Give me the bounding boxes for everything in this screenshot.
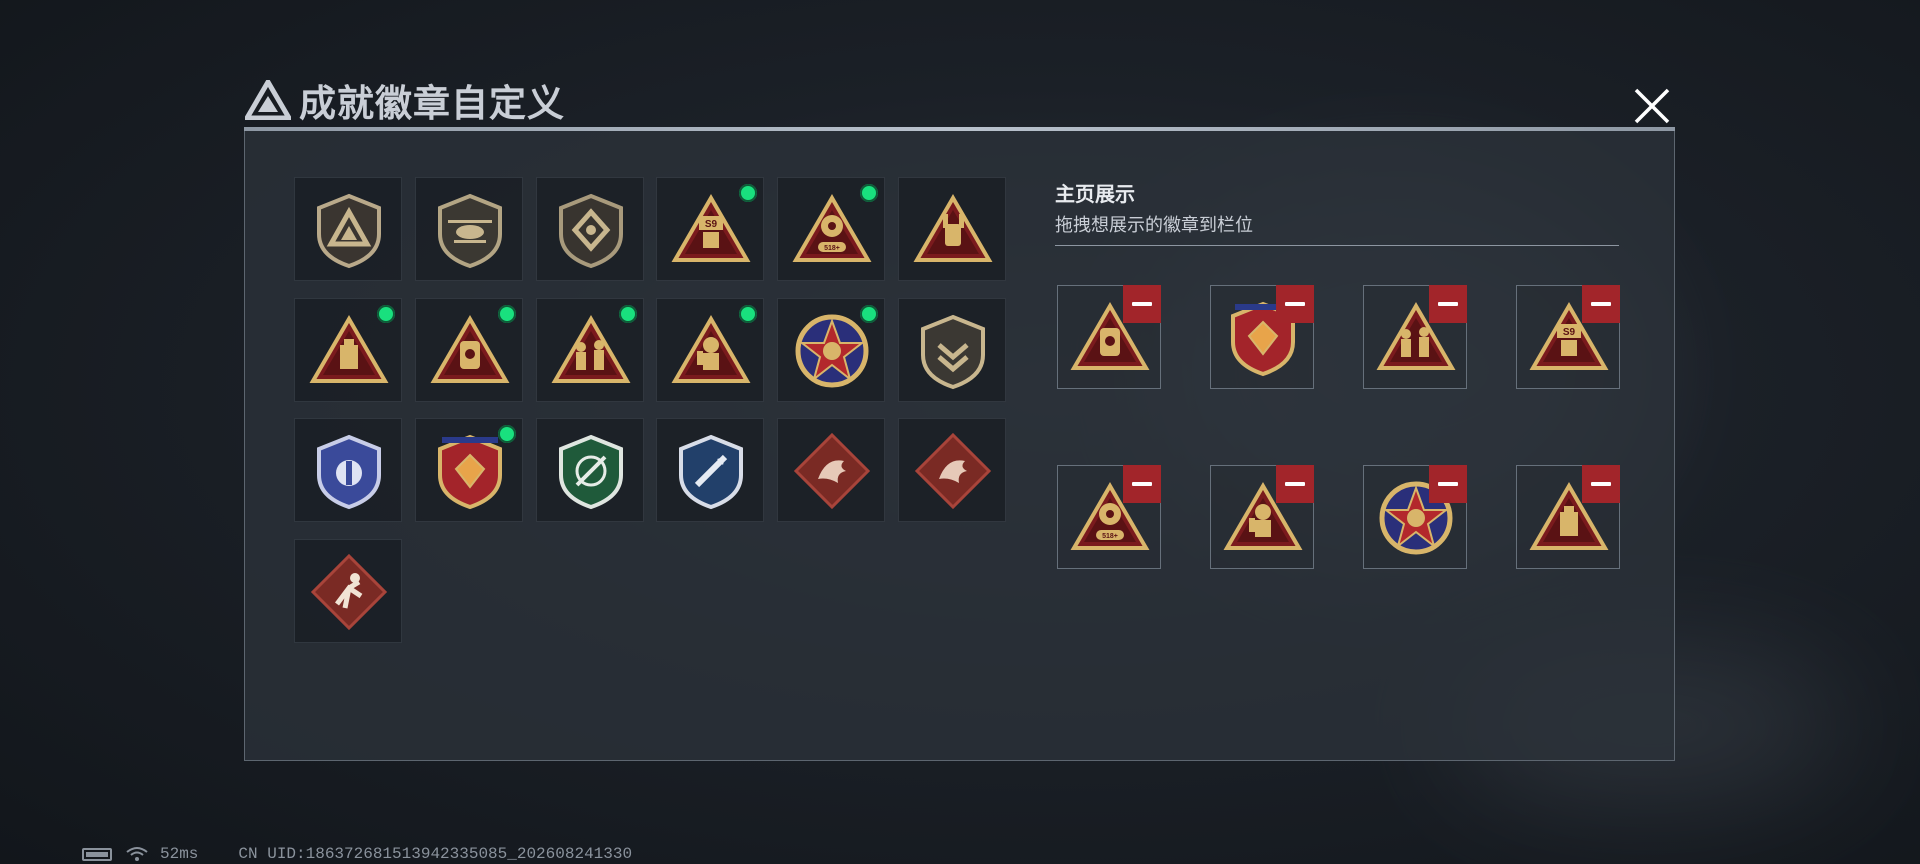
dialog-header: 成就徽章自定义 [245, 75, 565, 125]
red-gem-shield-badge-icon [438, 434, 502, 510]
badge-item[interactable] [536, 418, 644, 522]
showcase-slot[interactable] [1210, 285, 1314, 389]
badge-item[interactable] [656, 298, 764, 402]
wifi-icon [126, 847, 148, 861]
new-badge-indicator [860, 305, 878, 323]
remove-badge-button[interactable] [1276, 285, 1314, 323]
showcase-slot[interactable]: S9 [1516, 285, 1620, 389]
blue-rocket-shield-badge-icon [679, 434, 743, 510]
new-badge-indicator [498, 425, 516, 443]
ping-value: 52ms [160, 845, 199, 863]
battery-icon [82, 847, 112, 861]
chevron-shield-badge-icon [921, 314, 985, 390]
badge-item[interactable] [777, 418, 885, 522]
new-badge-indicator [377, 305, 395, 323]
badge-item[interactable] [294, 418, 402, 522]
showcase-title: 主页展示 [1055, 184, 1135, 206]
dragon-diamond-badge-icon [914, 432, 992, 510]
showcase-slot[interactable] [1516, 465, 1620, 569]
showcase-slot[interactable]: 518+ [1057, 465, 1161, 569]
remove-badge-button[interactable] [1123, 465, 1161, 503]
svg-text:S9: S9 [705, 219, 718, 230]
rock-hand-triangle-badge-icon [913, 194, 993, 262]
badge-item[interactable] [294, 539, 402, 643]
diver-triangle-badge-icon [671, 315, 751, 383]
new-badge-indicator [739, 305, 757, 323]
star-medal-badge-icon [795, 314, 869, 388]
showcase-slot[interactable] [1210, 465, 1314, 569]
badge-item[interactable] [656, 418, 764, 522]
s9-robot-triangle-badge-icon: S9 [671, 194, 751, 262]
badge-item[interactable] [898, 298, 1006, 402]
showcase-subtitle: 拖拽想展示的徽章到栏位 [1055, 215, 1253, 235]
showcase-divider [1055, 245, 1619, 246]
518-gear-triangle-badge-icon: 518+ [792, 194, 872, 262]
runner-diamond-badge-icon [310, 553, 388, 631]
badge-item[interactable] [898, 177, 1006, 281]
new-badge-indicator [739, 184, 757, 202]
badge-item[interactable] [294, 177, 402, 281]
skull-jar-triangle-badge-icon [430, 315, 510, 383]
showcase-slot[interactable] [1363, 285, 1467, 389]
badge-item[interactable]: S9 [656, 177, 764, 281]
badge-item[interactable] [536, 177, 644, 281]
new-badge-indicator [860, 184, 878, 202]
panel-top-border [244, 127, 1675, 131]
svg-text:518+: 518+ [1102, 533, 1118, 540]
new-badge-indicator [619, 305, 637, 323]
badge-item[interactable] [898, 418, 1006, 522]
remove-badge-button[interactable] [1123, 285, 1161, 323]
new-badge-indicator [498, 305, 516, 323]
showcase-slot[interactable] [1057, 285, 1161, 389]
remove-badge-button[interactable] [1582, 465, 1620, 503]
page-title: 成就徽章自定义 [299, 83, 565, 124]
badge-item[interactable]: 518+ [777, 177, 885, 281]
close-icon[interactable] [1628, 82, 1676, 130]
svg-text:518+: 518+ [824, 245, 840, 252]
svg-text:S9: S9 [1563, 327, 1576, 338]
drive-triangle-badge-icon [309, 315, 389, 383]
helicopter-shield-badge-icon [438, 193, 502, 269]
remove-badge-button[interactable] [1276, 465, 1314, 503]
showcase-slot[interactable] [1363, 465, 1467, 569]
faction-logo-icon [245, 80, 291, 120]
soldiers-triangle-badge-icon [551, 315, 631, 383]
green-crosshair-shield-badge-icon [559, 434, 623, 510]
badge-item[interactable] [536, 298, 644, 402]
badge-item[interactable] [415, 177, 523, 281]
diamond-emblem-shield-badge-icon [559, 193, 623, 269]
badge-item[interactable] [777, 298, 885, 402]
badge-item[interactable] [415, 298, 523, 402]
user-uid: CN UID:18637268151394233508​5_2026082413… [238, 845, 633, 863]
faction-a-shield-badge-icon [317, 193, 381, 269]
remove-badge-button[interactable] [1429, 285, 1467, 323]
status-bar: 52ms CN UID:18637268151394233508​5_20260… [82, 844, 632, 864]
badge-item[interactable] [294, 298, 402, 402]
remove-badge-button[interactable] [1429, 465, 1467, 503]
dragon-diamond-badge-icon [793, 432, 871, 510]
blue-wing-shield-badge-icon [317, 434, 381, 510]
badge-item[interactable] [415, 418, 523, 522]
remove-badge-button[interactable] [1582, 285, 1620, 323]
